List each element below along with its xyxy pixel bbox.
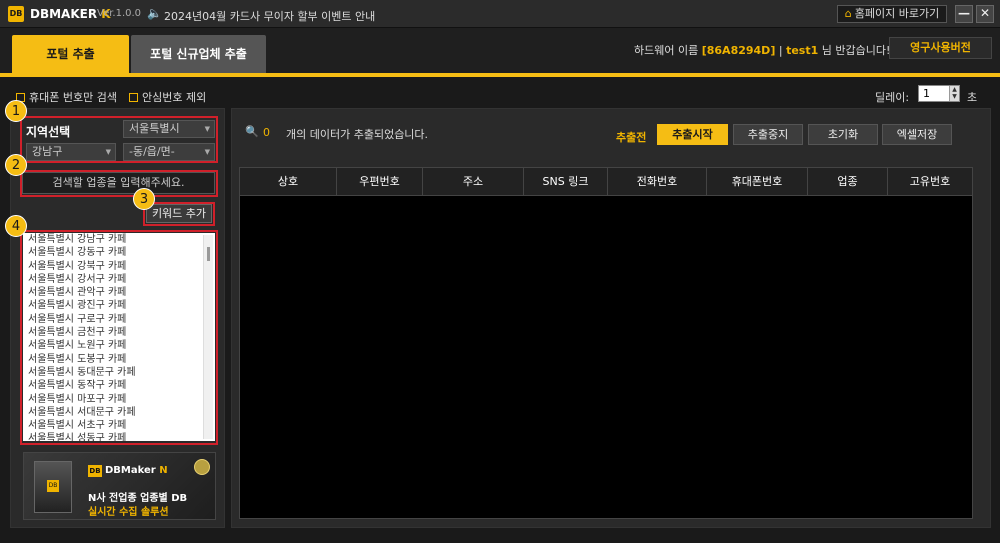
delay-label: 딜레이: xyxy=(875,91,910,104)
column-header[interactable]: 휴대폰번호 xyxy=(707,168,808,196)
ad-banner[interactable]: DB DB DBMaker N N사 전업종 업종별 DB 실시간 수집 솔루션 xyxy=(23,452,216,520)
column-header[interactable]: 업종 xyxy=(808,168,888,196)
product-box-image: DB xyxy=(34,461,72,513)
list-item[interactable]: 서울특별시 마포구 카페 xyxy=(23,393,215,406)
list-item[interactable]: 서울특별시 강북구 카페 xyxy=(23,260,215,273)
checkbox-icon xyxy=(129,93,138,102)
column-header[interactable]: 전화번호 xyxy=(608,168,707,196)
list-item[interactable]: 서울특별시 금천구 카페 xyxy=(23,326,215,339)
dong-select[interactable]: -동/읍/면- ▼ xyxy=(123,143,215,161)
list-item[interactable]: 서울특별시 구로구 카페 xyxy=(23,313,215,326)
list-item[interactable]: 서울특별시 성동구 카페 xyxy=(23,432,215,441)
ad-headline: N사 전업종 업종별 DB xyxy=(88,493,188,504)
award-badge-icon xyxy=(194,459,210,475)
homepage-button[interactable]: ⌂ 홈페이지 바로가기 xyxy=(837,5,947,23)
list-item[interactable]: 서울특별시 강동구 카페 xyxy=(23,246,215,259)
exclude-safe-number-checkbox[interactable]: 안심번호 제외 xyxy=(129,89,206,105)
accent-divider xyxy=(0,73,1000,77)
list-scrollbar[interactable] xyxy=(203,235,213,439)
column-header[interactable]: 우편번호 xyxy=(337,168,423,196)
list-item[interactable]: 서울특별시 광진구 카페 xyxy=(23,299,215,312)
list-item[interactable]: 서울특별시 동대문구 카페 xyxy=(23,366,215,379)
mobile-only-checkbox[interactable]: 휴대폰 번호만 검색 xyxy=(16,89,117,105)
scroll-thumb[interactable] xyxy=(207,247,210,261)
speaker-icon: 🔈 xyxy=(147,6,162,20)
tab-new-business-extract[interactable]: 포털 신규업체 추출 xyxy=(131,35,266,73)
tab-portal-extract[interactable]: 포털 추출 xyxy=(12,35,129,73)
region-title: 지역선택 xyxy=(26,125,71,139)
app-version: Ver.1.0.0 xyxy=(97,8,142,19)
chevron-down-icon: ▼ xyxy=(204,125,210,133)
marker-2: 2 xyxy=(5,154,27,176)
app-logo-icon: DB xyxy=(8,6,24,22)
extract-count-text: 개의 데이터가 추출되었습니다. xyxy=(286,128,429,141)
spinner-arrows-icon[interactable]: ▲ ▼ xyxy=(949,86,959,101)
extract-count: 0 xyxy=(263,126,270,139)
marker-4: 4 xyxy=(5,215,27,237)
title-bar: DB DBMAKER K Ver.1.0.0 🔈 2024년04월 카드사 무이… xyxy=(0,0,1000,28)
chevron-down-icon: ▼ xyxy=(105,148,111,156)
delay-unit: 초 xyxy=(967,91,978,104)
list-item[interactable]: 서울특별시 서대문구 카페 xyxy=(23,406,215,419)
results-table[interactable]: 상호 우편번호 주소 SNS 링크 전화번호 휴대폰번호 업종 고유번호 xyxy=(239,167,973,519)
stop-extract-button[interactable]: 추출중지 xyxy=(733,124,803,145)
notice-link[interactable]: 2024년04월 카드사 무이자 할부 이벤트 안내 xyxy=(164,8,375,24)
add-keyword-button[interactable]: 키워드 추가 xyxy=(146,204,212,223)
list-item[interactable]: 서울특별시 서초구 카페 xyxy=(23,419,215,432)
list-item[interactable]: 서울특별시 노원구 카페 xyxy=(23,339,215,352)
license-button[interactable]: 영구사용버전 xyxy=(889,37,992,59)
start-extract-button[interactable]: 추출시작 xyxy=(657,124,728,145)
marker-1: 1 xyxy=(5,100,27,122)
list-item[interactable]: 서울특별시 강서구 카페 xyxy=(23,273,215,286)
tab-bar: 포털 추출 포털 신규업체 추출 하드웨어 이름 [86A8294D] | te… xyxy=(0,28,1000,74)
list-item[interactable]: 서울특별시 동작구 카페 xyxy=(23,379,215,392)
keyword-input[interactable]: 검색할 업종을 입력해주세요. xyxy=(22,172,215,194)
excel-save-button[interactable]: 엑셀저장 xyxy=(882,124,952,145)
district-select[interactable]: 강남구 ▼ xyxy=(26,143,116,161)
minimize-button[interactable]: — xyxy=(955,5,973,23)
home-icon: ⌂ xyxy=(844,7,852,20)
city-select[interactable]: 서울특별시 ▼ xyxy=(123,120,215,138)
column-header[interactable]: 주소 xyxy=(423,168,524,196)
keyword-list[interactable]: 서울특별시 강남구 카페 서울특별시 강동구 카페 서울특별시 강북구 카페 서울특별… xyxy=(23,233,215,441)
marker-3: 3 xyxy=(133,188,155,210)
list-item[interactable]: 서울특별시 강남구 카페 xyxy=(23,233,215,246)
table-header: 상호 우편번호 주소 SNS 링크 전화번호 휴대폰번호 업종 고유번호 xyxy=(240,168,972,196)
column-header[interactable]: 고유번호 xyxy=(888,168,972,196)
chevron-down-icon: ▼ xyxy=(204,148,210,156)
ad-subline: 실시간 수집 솔루션 xyxy=(88,507,169,518)
list-item[interactable]: 서울특별시 도봉구 카페 xyxy=(23,353,215,366)
delay-stepper[interactable]: 1 ▲ ▼ xyxy=(918,85,960,102)
hardware-info: 하드웨어 이름 [86A8294D] | test1 님 반갑습니다! xyxy=(634,44,891,57)
list-item[interactable]: 서울특별시 관악구 카페 xyxy=(23,286,215,299)
ad-logo: DB DBMaker N xyxy=(88,465,168,477)
search-icon: 🔍 xyxy=(245,125,259,138)
column-header[interactable]: 상호 xyxy=(240,168,337,196)
reset-button[interactable]: 초기화 xyxy=(808,124,878,145)
close-button[interactable]: ✕ xyxy=(976,5,994,23)
column-header[interactable]: SNS 링크 xyxy=(524,168,608,196)
status-label: 추출전 xyxy=(616,131,647,144)
